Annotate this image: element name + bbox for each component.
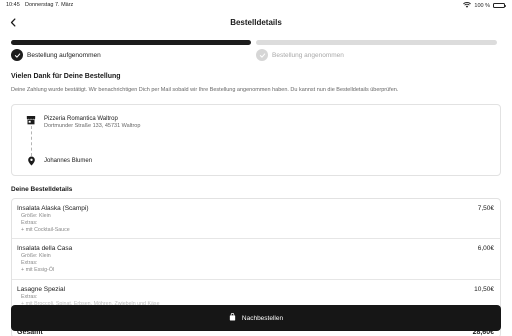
customer-name: Johannes Blumen (44, 158, 93, 164)
battery-percent: 100 % (474, 2, 490, 9)
thanks-text: Deine Zahlung wurde bestätigt. Wir benac… (11, 87, 399, 93)
thanks-title: Vielen Dank für Deine Bestellung (11, 73, 121, 80)
step-ordered: Bestellung aufgenommen (11, 49, 101, 61)
shopping-bag-icon (229, 313, 236, 323)
item-extra: + mit Cocktail-Sauce (21, 227, 70, 233)
step-label: Bestellung aufgenommen (27, 51, 101, 59)
back-button[interactable] (6, 15, 20, 29)
reorder-label: Nachbestellen (241, 314, 284, 322)
item-name: Insalata Alaska (Scampi) (17, 205, 89, 212)
item-name: Lasagne Spezial (17, 286, 66, 293)
store-icon (25, 114, 37, 126)
progress-bar-step-1 (11, 40, 251, 45)
wifi-icon (463, 1, 472, 10)
status-bar: 10:45 Donnerstag 7. März 100 % (0, 0, 512, 11)
item-size: Größe: Klein (21, 213, 51, 219)
restaurant-address: Dortmunder Straße 133, 45731 Waltrop (44, 123, 141, 129)
route-card: Pizzeria Romantica Waltrop Dortmunder St… (11, 104, 501, 176)
route-connector (31, 126, 32, 156)
page-title: Bestelldetails (230, 18, 282, 27)
step-accepted: Bestellung angenommen (256, 49, 344, 61)
restaurant-name: Pizzeria Romantica Waltrop (44, 116, 118, 122)
battery-icon (493, 2, 506, 9)
item-name: Insalata della Casa (17, 245, 73, 252)
item-divider (12, 279, 500, 280)
item-price: 6,00€ (477, 245, 494, 252)
chevron-left-icon (10, 17, 15, 27)
item-price: 10,50€ (474, 286, 494, 293)
item-extra: + mit Essig-Öl (21, 267, 55, 273)
status-time: 10:45 (6, 2, 20, 8)
status-date: Donnerstag 7. März (25, 2, 74, 8)
reorder-button[interactable]: Nachbestellen (11, 305, 501, 331)
step-label: Bestellung angenommen (272, 51, 344, 59)
item-extras-label: Extras: (21, 294, 38, 300)
item-extras-label: Extras: (21, 260, 38, 266)
check-icon (11, 49, 23, 61)
location-pin-icon (25, 155, 37, 167)
item-extras-label: Extras: (21, 220, 38, 226)
item-price: 7,50€ (477, 205, 494, 212)
item-size: Größe: Klein (21, 253, 51, 259)
details-title: Deine Bestelldetails (11, 186, 73, 193)
header: Bestelldetails (0, 12, 512, 34)
check-icon (256, 49, 268, 61)
item-divider (12, 238, 500, 239)
status-right: 100 % (463, 1, 506, 10)
progress-bar-step-2 (256, 40, 497, 45)
